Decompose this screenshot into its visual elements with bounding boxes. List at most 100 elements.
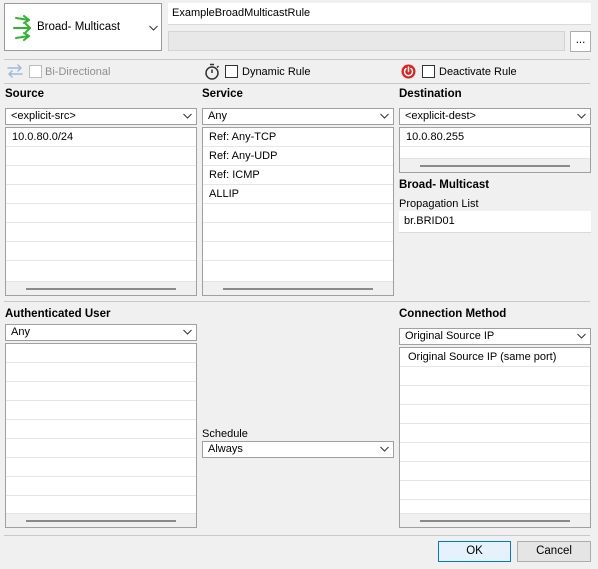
scrollbar-thumb[interactable]: [26, 288, 176, 290]
cancel-button-label: Cancel: [536, 545, 572, 557]
chevron-down-icon: [183, 329, 192, 335]
list-item-empty: [400, 481, 590, 500]
list-item[interactable]: Ref: Any-TCP: [203, 128, 393, 147]
connection-method-header: Connection Method: [399, 308, 507, 320]
schedule-dropdown[interactable]: Always: [202, 441, 394, 458]
propagation-list-label: Propagation List: [399, 198, 479, 210]
horizontal-scrollbar[interactable]: [400, 158, 590, 172]
scrollbar-thumb[interactable]: [420, 520, 570, 522]
list-item[interactable]: 10.0.80.0/24: [6, 128, 196, 147]
list-item[interactable]: Ref: ICMP: [203, 166, 393, 185]
list-item-empty: [6, 401, 196, 420]
list-item-empty: [6, 363, 196, 382]
list-item-empty: [6, 439, 196, 458]
service-selected: Any: [208, 110, 227, 122]
list-item-label: Ref: ICMP: [209, 169, 260, 181]
list-item[interactable]: ALLIP: [203, 185, 393, 204]
connection-method-list[interactable]: Original Source IP (same port): [399, 347, 591, 528]
service-list[interactable]: Ref: Any-TCP Ref: Any-UDP Ref: ICMP ALLI…: [202, 127, 394, 296]
bidirectional-checkbox[interactable]: [29, 65, 42, 78]
list-item-empty: [400, 462, 590, 481]
source-selected: <explicit-src>: [11, 110, 76, 122]
list-item-empty: [6, 185, 196, 204]
list-item[interactable]: Original Source IP (same port): [400, 348, 590, 367]
list-item-empty: [6, 223, 196, 242]
list-item-empty: [6, 344, 196, 363]
ok-button[interactable]: OK: [438, 541, 511, 562]
list-item-empty: [203, 223, 393, 242]
list-item-label: Ref: Any-TCP: [209, 131, 277, 143]
middle-separator: [4, 301, 590, 302]
source-dropdown[interactable]: <explicit-src>: [5, 108, 197, 125]
list-item-empty: [6, 420, 196, 439]
rule-type-dropdown[interactable]: Broad- Multicast: [4, 3, 162, 51]
auth-user-selected: Any: [11, 326, 30, 338]
schedule-label: Schedule: [202, 428, 248, 440]
service-header: Service: [202, 88, 243, 100]
propagation-list-value: br.BRID01: [404, 215, 455, 227]
deactivate-rule-label: Deactivate Rule: [439, 66, 517, 78]
chevron-down-icon: [149, 25, 158, 31]
multicast-header: Broad- Multicast: [399, 179, 490, 191]
dynamic-rule-label: Dynamic Rule: [242, 66, 311, 78]
list-item-empty: [6, 458, 196, 477]
list-item-empty: [6, 477, 196, 496]
chevron-down-icon: [183, 113, 192, 119]
multicast-arrows-icon: [13, 15, 31, 41]
list-item-empty: [400, 424, 590, 443]
comment-field[interactable]: [168, 31, 565, 51]
horizontal-scrollbar[interactable]: [6, 513, 196, 527]
destination-header: Destination: [399, 88, 462, 100]
horizontal-scrollbar[interactable]: [203, 281, 393, 295]
service-dropdown[interactable]: Any: [202, 108, 394, 125]
list-item-label: Ref: Any-UDP: [209, 150, 278, 162]
list-item-empty: [400, 367, 590, 386]
scrollbar-thumb[interactable]: [223, 288, 373, 290]
list-item-empty: [6, 166, 196, 185]
dynamic-rule-checkbox[interactable]: [225, 65, 238, 78]
bottom-separator: [4, 535, 590, 536]
list-item-empty: [203, 242, 393, 261]
auth-user-header: Authenticated User: [5, 308, 111, 320]
bidirectional-arrows-icon: [7, 64, 23, 78]
stopwatch-icon: [205, 63, 220, 80]
destination-dropdown[interactable]: <explicit-dest>: [399, 108, 591, 125]
list-item-label: 10.0.80.0/24: [12, 131, 74, 143]
list-item-empty: [203, 204, 393, 223]
more-button[interactable]: ...: [570, 31, 591, 52]
chevron-down-icon: [380, 113, 389, 119]
power-icon: [401, 64, 416, 79]
horizontal-scrollbar[interactable]: [6, 281, 196, 295]
auth-user-dropdown[interactable]: Any: [5, 324, 197, 341]
list-item-empty: [400, 405, 590, 424]
scrollbar-thumb[interactable]: [26, 520, 176, 522]
rule-type-label: Broad- Multicast: [37, 21, 121, 33]
horizontal-scrollbar[interactable]: [400, 513, 590, 527]
chevron-down-icon: [577, 333, 586, 339]
auth-user-list[interactable]: [5, 343, 197, 528]
deactivate-rule-checkbox[interactable]: [422, 65, 435, 78]
list-item[interactable]: Ref: Any-UDP: [203, 147, 393, 166]
schedule-selected: Always: [208, 443, 243, 455]
source-list[interactable]: 10.0.80.0/24: [5, 127, 197, 296]
list-item-empty: [400, 386, 590, 405]
chevron-down-icon: [380, 446, 389, 452]
list-item[interactable]: 10.0.80.255: [400, 128, 590, 147]
propagation-list-field[interactable]: br.BRID01: [399, 211, 591, 233]
connection-method-selected: Original Source IP: [405, 330, 495, 342]
scrollbar-thumb[interactable]: [420, 165, 570, 167]
more-button-label: ...: [575, 34, 586, 46]
list-item-empty: [400, 443, 590, 462]
list-item-label: 10.0.80.255: [406, 131, 465, 143]
list-item-empty: [6, 204, 196, 223]
list-item-label: Original Source IP (same port): [408, 351, 557, 363]
rule-name-field[interactable]: ExampleBroadMulticastRule: [168, 3, 591, 25]
top-separator: [4, 59, 590, 60]
options-separator: [4, 83, 590, 84]
list-item-label: ALLIP: [209, 188, 239, 200]
bidirectional-label: Bi-Directional: [45, 66, 111, 78]
cancel-button[interactable]: Cancel: [517, 541, 591, 562]
connection-method-dropdown[interactable]: Original Source IP: [399, 328, 591, 345]
destination-list[interactable]: 10.0.80.255: [399, 127, 591, 173]
chevron-down-icon: [577, 113, 586, 119]
